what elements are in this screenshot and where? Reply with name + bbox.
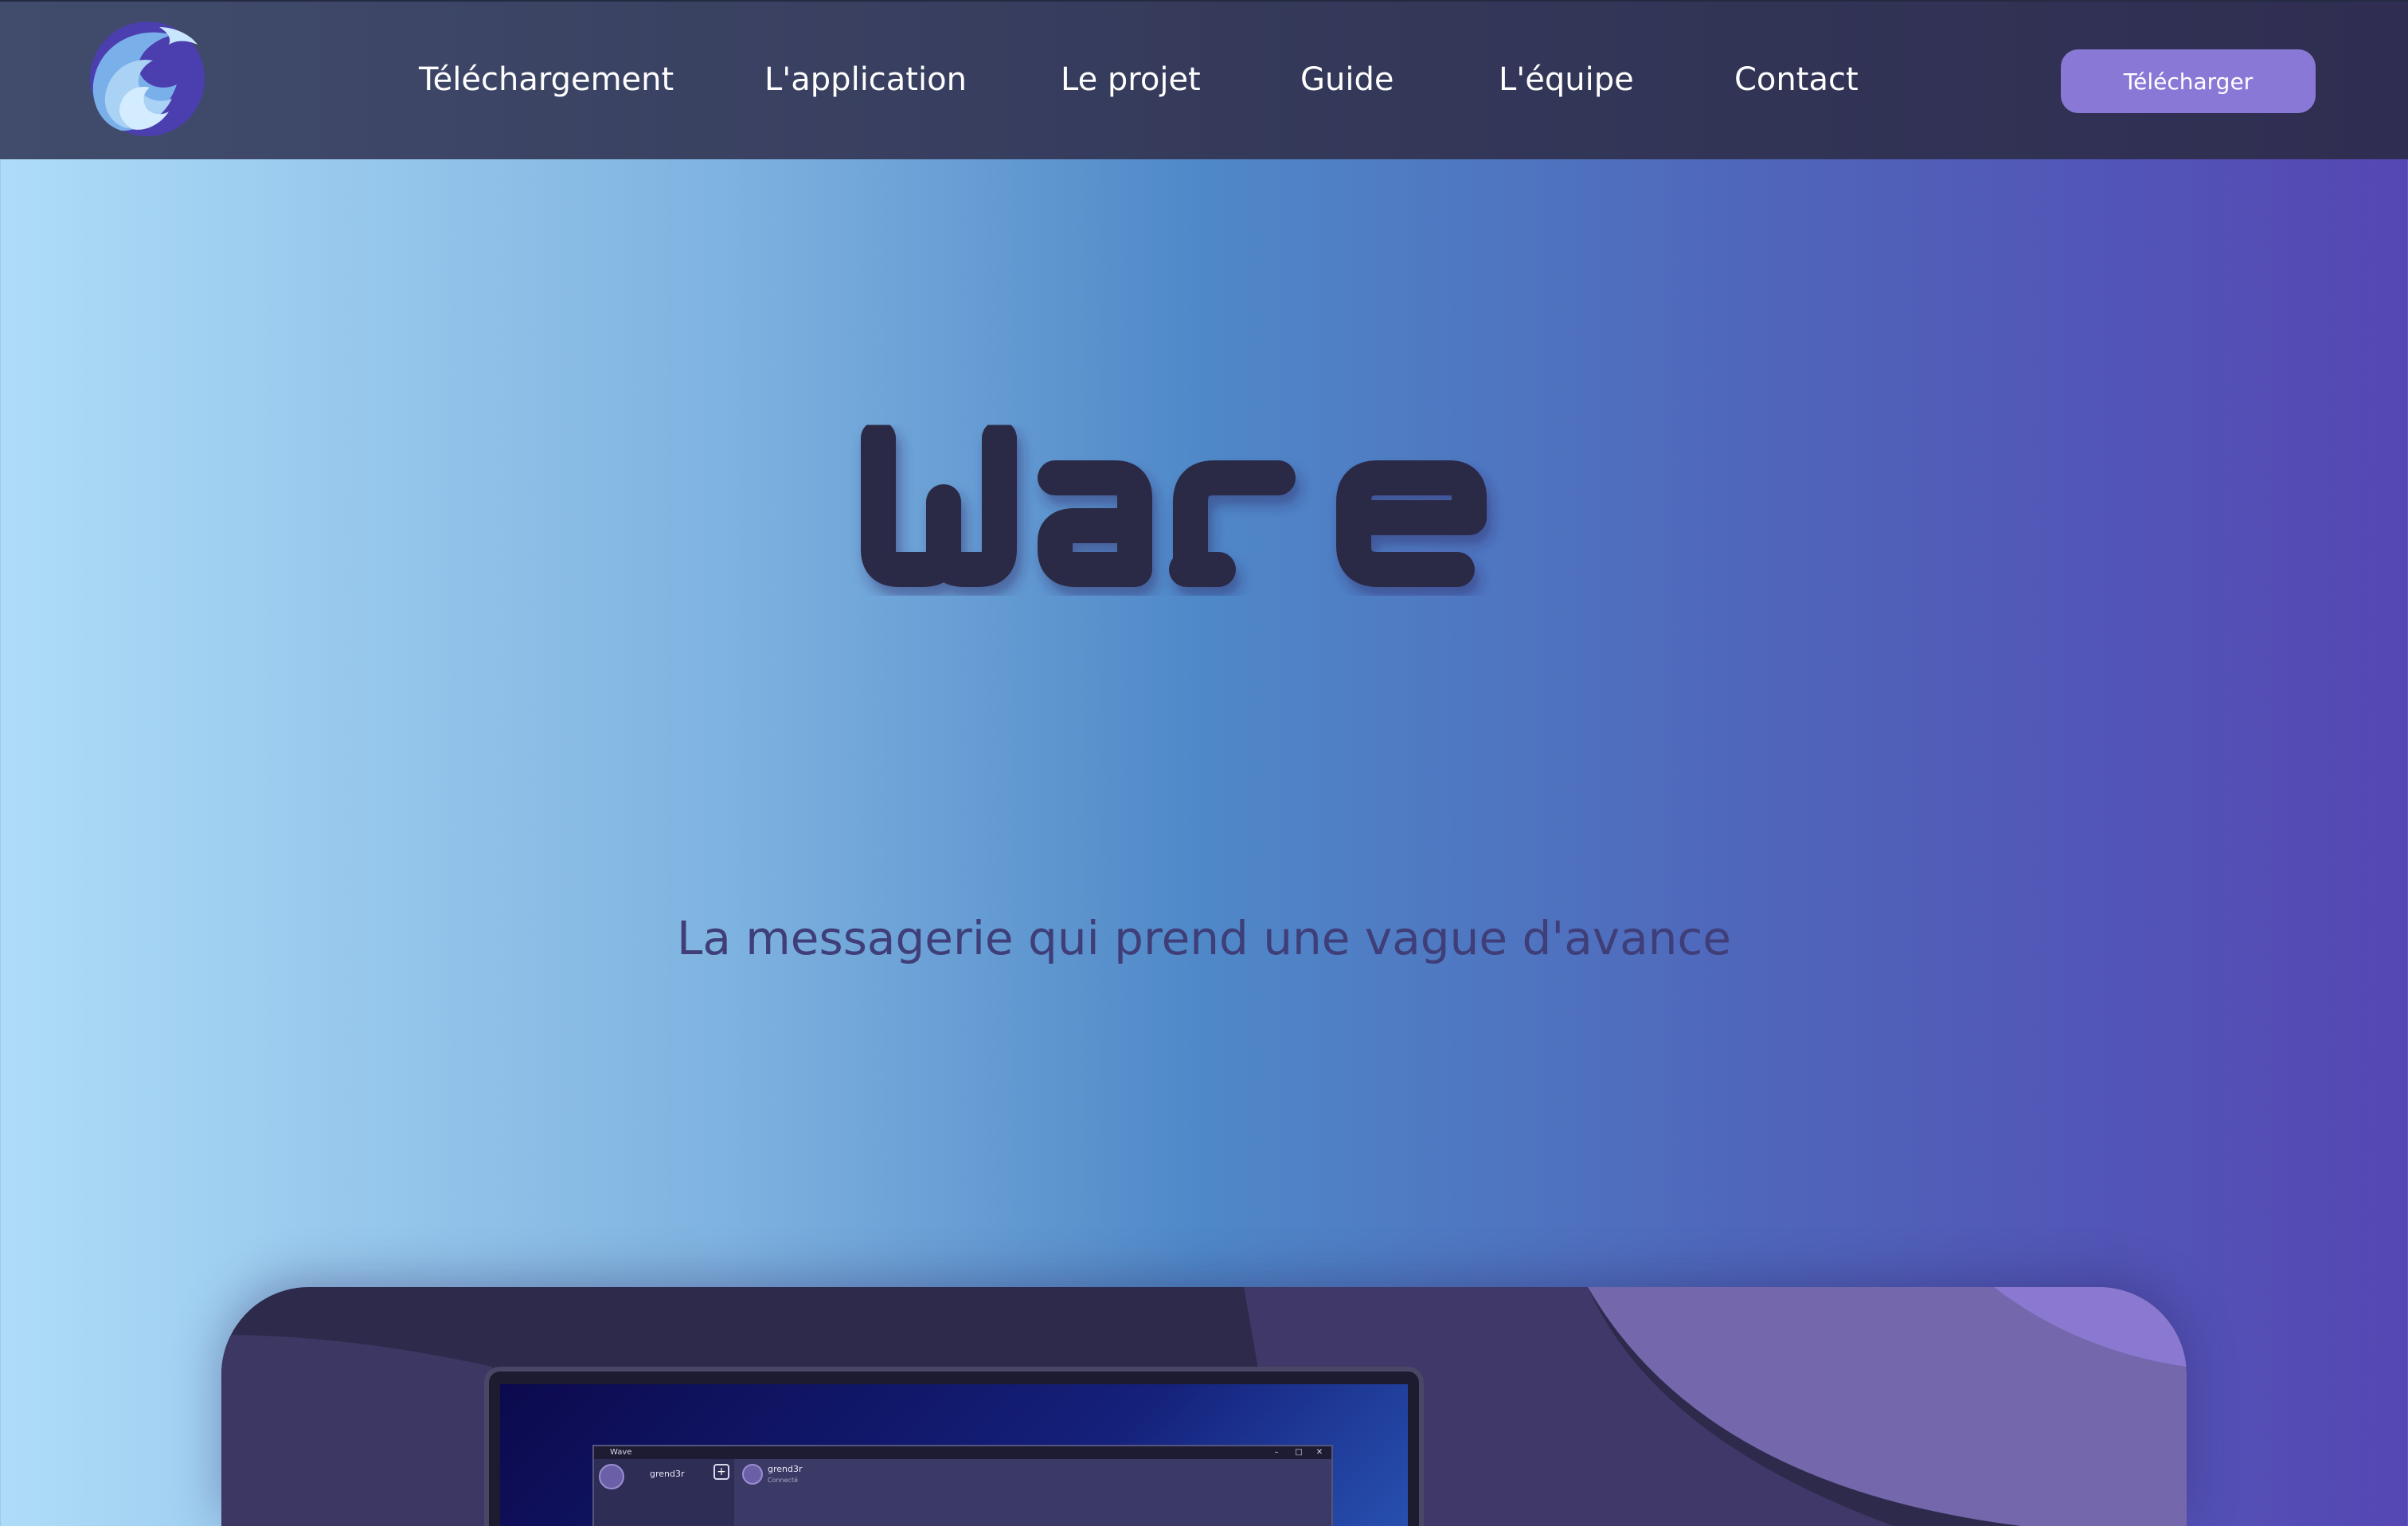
app-sidebar: grend3r +: [594, 1459, 734, 1526]
hero-tagline: La messagerie qui prend une vague d'avan…: [677, 911, 1731, 965]
nav-link-equipe[interactable]: L'équipe: [1499, 54, 1634, 105]
app-showcase: Wave – □ ✕ grend3r + grend3r Connecté: [221, 1287, 2187, 1526]
chat-name: grend3r: [768, 1464, 803, 1474]
sidebar-username: grend3r: [650, 1469, 685, 1479]
laptop-screen: Wave – □ ✕ grend3r + grend3r Connecté: [500, 1384, 1408, 1526]
close-icon[interactable]: ✕: [1309, 1446, 1330, 1459]
chat-avatar: [742, 1464, 763, 1485]
hero-title: [844, 398, 1561, 637]
wave-wordmark-logo: [861, 421, 1487, 587]
maximize-icon[interactable]: □: [1288, 1446, 1309, 1459]
nav-link-guide[interactable]: Guide: [1300, 54, 1394, 105]
app-window-title: Wave: [610, 1448, 632, 1457]
download-button[interactable]: Télécharger: [2061, 49, 2316, 113]
nav-link-application[interactable]: L'application: [764, 54, 967, 105]
add-conversation-icon[interactable]: +: [713, 1464, 729, 1480]
avatar: [599, 1464, 624, 1489]
nav-link-telechargement[interactable]: Téléchargement: [419, 54, 674, 105]
app-window-preview: Wave – □ ✕ grend3r + grend3r Connecté: [592, 1445, 1333, 1526]
minimize-icon[interactable]: –: [1266, 1446, 1287, 1459]
navbar: Téléchargement L'application Le projet G…: [0, 0, 2408, 159]
main-nav: Téléchargement L'application Le projet G…: [0, 2, 2408, 161]
nav-link-projet[interactable]: Le projet: [1061, 54, 1201, 105]
laptop-mockup: Wave – □ ✕ grend3r + grend3r Connecté: [484, 1367, 1424, 1526]
app-titlebar: Wave: [594, 1446, 1331, 1459]
nav-link-contact[interactable]: Contact: [1734, 54, 1859, 105]
chat-status: Connecté: [768, 1477, 798, 1484]
